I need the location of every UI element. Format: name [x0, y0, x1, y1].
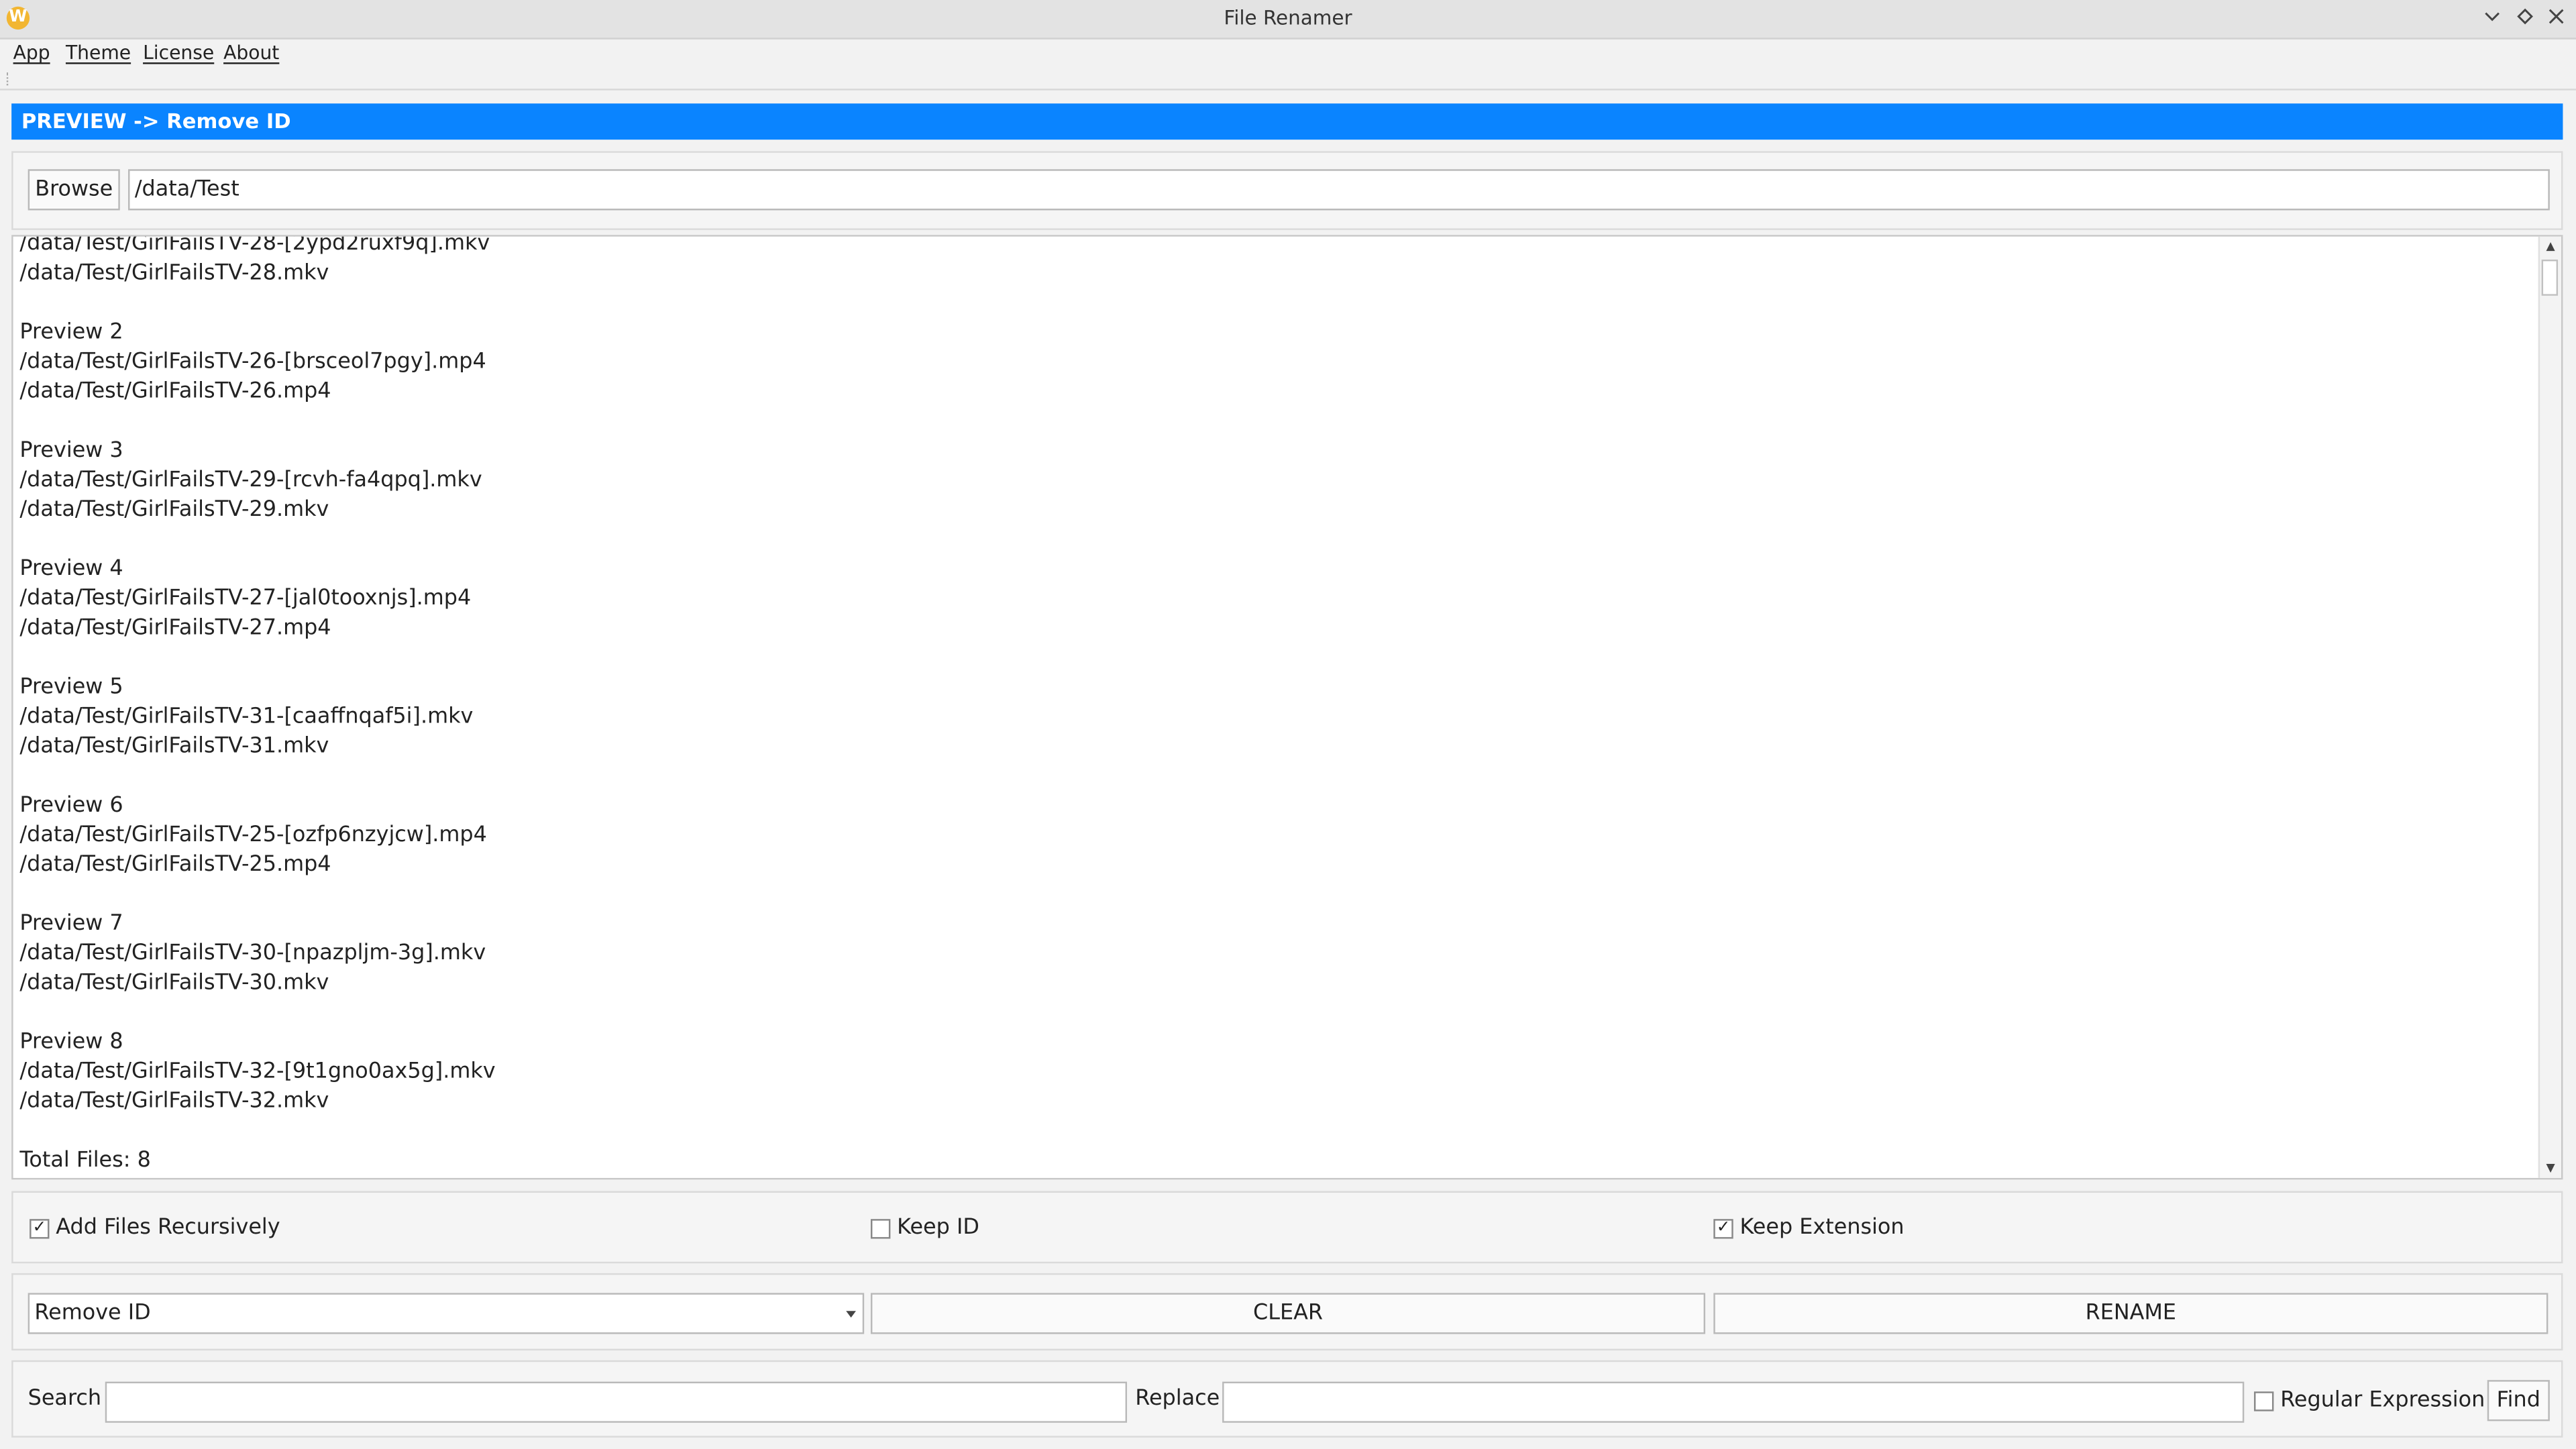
preview-line: /data/Test/GirlFailsTV-25-[ozfp6nzyjcw].… [19, 822, 487, 848]
rename-button[interactable]: RENAME [1713, 1293, 2548, 1334]
find-button[interactable]: Find [2487, 1380, 2550, 1421]
preview-blank-line [19, 407, 2516, 437]
clear-button[interactable]: CLEAR [870, 1293, 1706, 1334]
preview-blank-line [19, 762, 2516, 792]
preview-line: /data/Test/GirlFailsTV-32-[9t1gno0ax5g].… [19, 1059, 496, 1085]
preview-line: /data/Test/GirlFailsTV-31.mkv [19, 734, 329, 759]
preview-line: /data/Test/GirlFailsTV-28.mkv [19, 261, 329, 286]
preview-line: Preview 6 [19, 793, 123, 818]
add-recursive-label: Add Files Recursively [56, 1216, 280, 1240]
vertical-scrollbar[interactable]: ▲ ▼ [2538, 236, 2561, 1178]
preview-text: /data/Test/GirlFailsTV-28-[2ypd2ruxf9q].… [19, 235, 2516, 1177]
preview-blank-line [19, 289, 2516, 319]
title-bar: W File Renamer [0, 0, 2576, 40]
scroll-thumb[interactable] [2541, 259, 2559, 296]
preview-line: /data/Test/GirlFailsTV-32.mkv [19, 1089, 329, 1114]
preview-line: /data/Test/GirlFailsTV-26.mp4 [19, 379, 331, 405]
mode-banner: PREVIEW -> Remove ID [11, 103, 2563, 140]
replace-label: Replace [1135, 1386, 1220, 1411]
search-input[interactable] [105, 1381, 1128, 1423]
preview-line: Preview 3 [19, 438, 123, 464]
browse-panel: Browse /data/Test [11, 151, 2563, 230]
close-button[interactable] [2543, 5, 2569, 31]
mode-select-value: Remove ID [34, 1301, 151, 1326]
preview-blank-line [19, 999, 2516, 1028]
toolbar-grip[interactable] [0, 69, 2576, 91]
keep-extension-checkbox[interactable]: ✓ [1713, 1218, 1733, 1238]
preview-textarea[interactable]: /data/Test/GirlFailsTV-28-[2ypd2ruxf9q].… [11, 235, 2563, 1180]
keep-id-label: Keep ID [897, 1216, 979, 1240]
replace-input[interactable] [1222, 1381, 2245, 1423]
menu-license[interactable]: License [143, 41, 214, 64]
chevron-down-icon [2485, 12, 2500, 21]
preview-line: /data/Test/GirlFailsTV-25.mp4 [19, 853, 331, 877]
minimize-button[interactable] [2479, 5, 2506, 31]
regex-option[interactable]: Regular Expression [2254, 1388, 2485, 1413]
add-recursive-checkbox[interactable]: ✓ [30, 1218, 50, 1238]
menu-about[interactable]: About [223, 41, 279, 64]
menu-theme[interactable]: Theme [66, 41, 131, 64]
preview-line: Preview 2 [19, 320, 123, 345]
keep-extension-option[interactable]: ✓ Keep Extension [1713, 1216, 1904, 1240]
regex-label: Regular Expression [2280, 1388, 2485, 1413]
scroll-up-icon[interactable]: ▲ [2540, 237, 2561, 256]
options-panel: ✓ Add Files Recursively Keep ID ✓ Keep E… [11, 1191, 2563, 1264]
preview-line: /data/Test/GirlFailsTV-28-[2ypd2ruxf9q].… [19, 235, 490, 257]
preview-line: /data/Test/GirlFailsTV-31-[caaffnqaf5i].… [19, 704, 474, 730]
menu-app[interactable]: App [13, 41, 50, 64]
add-recursive-option[interactable]: ✓ Add Files Recursively [30, 1216, 280, 1240]
preview-blank-line [19, 526, 2516, 555]
keep-id-checkbox[interactable] [870, 1218, 891, 1238]
preview-line: Preview 5 [19, 675, 123, 700]
path-field[interactable]: /data/Test [128, 169, 2550, 211]
preview-line: /data/Test/GirlFailsTV-27-[jal0tooxnjs].… [19, 586, 472, 612]
dropdown-arrow-icon [846, 1311, 856, 1318]
keep-id-option[interactable]: Keep ID [870, 1216, 979, 1240]
window-title: File Renamer [1224, 6, 1352, 30]
preview-line: /data/Test/GirlFailsTV-30.mkv [19, 971, 329, 996]
app-window: W File Renamer App Theme License About P… [0, 0, 2576, 1449]
regex-checkbox[interactable] [2254, 1391, 2274, 1411]
diamond-icon [2517, 8, 2533, 25]
preview-line: Preview 7 [19, 912, 123, 936]
browse-button[interactable]: Browse [28, 169, 120, 211]
preview-line: Total Files: 8 [19, 1148, 151, 1173]
mode-select[interactable]: Remove ID [28, 1293, 865, 1334]
preview-line: /data/Test/GirlFailsTV-29.mkv [19, 498, 329, 523]
preview-line: /data/Test/GirlFailsTV-26-[brsceol7pgy].… [19, 350, 486, 375]
preview-blank-line [19, 644, 2516, 674]
search-label: Search [28, 1386, 102, 1411]
preview-blank-line [19, 1117, 2516, 1146]
preview-line: Preview 4 [19, 557, 123, 582]
actions-panel: Remove ID CLEAR RENAME [11, 1273, 2563, 1351]
preview-line: /data/Test/GirlFailsTV-27.mp4 [19, 616, 331, 641]
search-panel: Search Replace Regular Expression Find [11, 1360, 2563, 1438]
preview-line: /data/Test/GirlFailsTV-30-[npazpljm-3g].… [19, 941, 486, 967]
keep-extension-label: Keep Extension [1739, 1216, 1904, 1240]
preview-blank-line [19, 881, 2516, 910]
close-icon [2548, 9, 2564, 24]
preview-line: Preview 8 [19, 1030, 123, 1055]
maximize-button[interactable] [2512, 5, 2538, 31]
menu-bar: App Theme License About [0, 39, 2576, 69]
scroll-down-icon[interactable]: ▼ [2540, 1159, 2561, 1178]
preview-line: /data/Test/GirlFailsTV-29-[rcvh-fa4qpq].… [19, 468, 482, 493]
